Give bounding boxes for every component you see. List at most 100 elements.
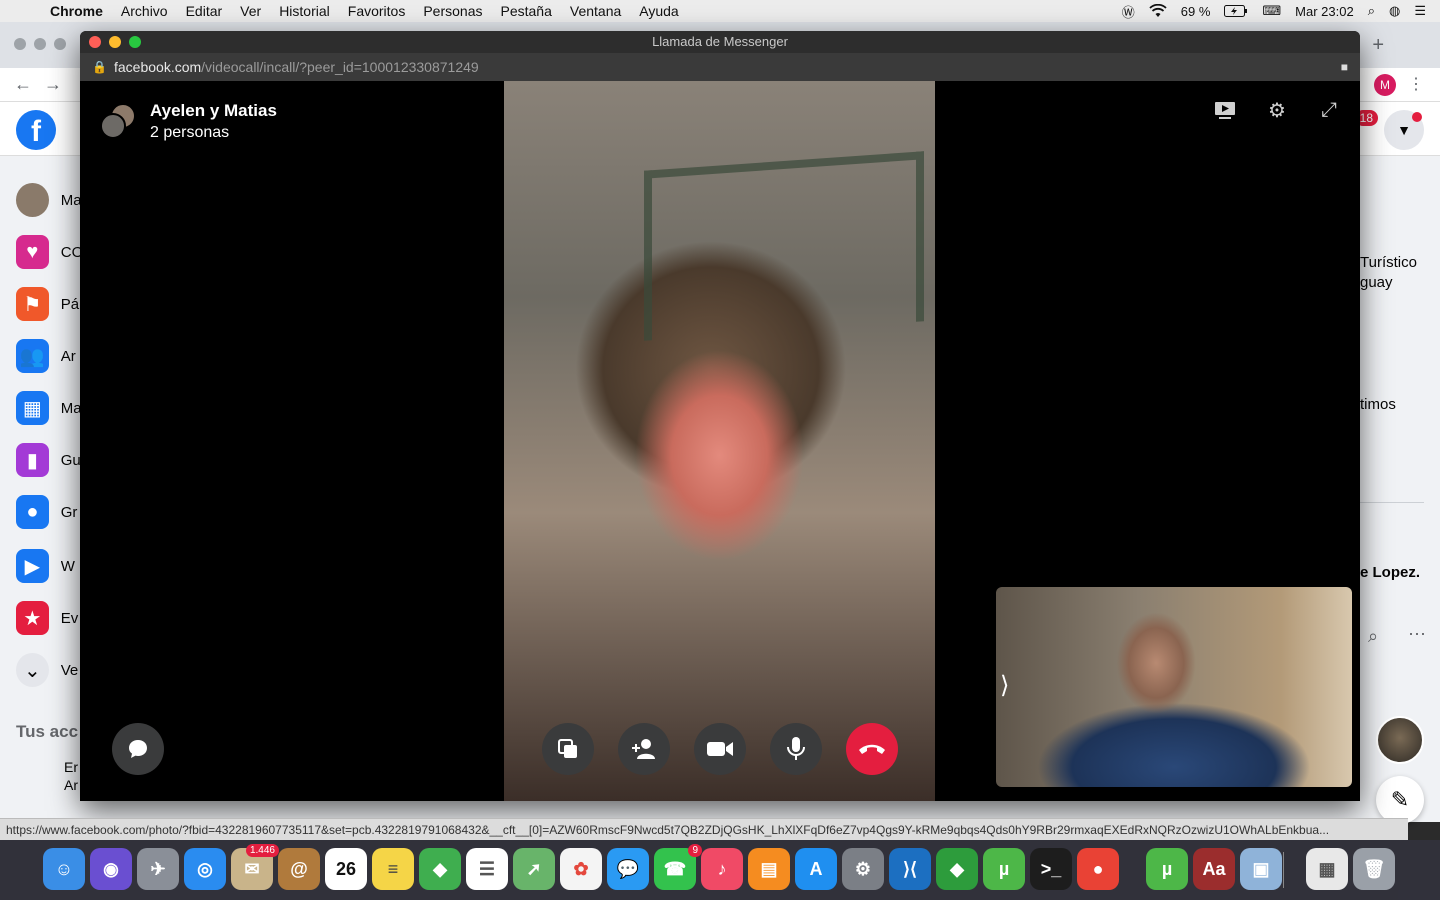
- friends-icon: 👥: [16, 339, 49, 373]
- add-person-button[interactable]: [618, 723, 670, 775]
- settings-gear-icon[interactable]: ⚙: [1266, 99, 1288, 122]
- contacts-search-icon[interactable]: ⌕: [1368, 626, 1378, 647]
- sidebar-item[interactable]: ⌄ Ve: [16, 650, 80, 690]
- new-message-icon[interactable]: ✎: [1376, 776, 1424, 824]
- sidebar-item[interactable]: ♥ CO: [16, 232, 80, 272]
- messenger-call-window: Llamada de Messenger 🔒 facebook.com/vide…: [80, 31, 1360, 801]
- trash-icon[interactable]: 🗑: [1353, 848, 1395, 890]
- notification-center-icon[interactable]: ☰: [1414, 3, 1426, 19]
- end-call-button[interactable]: [846, 723, 898, 775]
- dock-glyph: ▣: [1252, 858, 1270, 879]
- self-view-video[interactable]: [996, 587, 1352, 787]
- notes-icon[interactable]: ≡: [372, 848, 414, 890]
- downloads-stack-icon[interactable]: ▦: [1306, 848, 1348, 890]
- share-screen-icon[interactable]: [1214, 99, 1236, 121]
- photos-icon[interactable]: ✿: [560, 848, 602, 890]
- sidebar-item-label: Pá: [60, 295, 80, 313]
- keyboard-input-icon[interactable]: ⌨: [1262, 3, 1281, 19]
- menu-item-historial[interactable]: Historial: [279, 3, 330, 19]
- menu-item-pestana[interactable]: Pestaña: [501, 3, 552, 19]
- utorrent-icon[interactable]: µ: [983, 848, 1025, 890]
- sims-diamond-icon[interactable]: ◆: [936, 848, 978, 890]
- contacts-icon[interactable]: @: [278, 848, 320, 890]
- camera-in-use-icon[interactable]: ■: [1341, 53, 1348, 81]
- switch-view-button[interactable]: [542, 723, 594, 775]
- sidebar-item[interactable]: ⚑ Pá: [16, 284, 80, 324]
- finder-icon[interactable]: ☺: [43, 848, 85, 890]
- forward-arrow-icon[interactable]: →: [44, 74, 62, 95]
- call-header: Ayelen y Matias 2 personas: [100, 101, 277, 142]
- launchpad-icon[interactable]: ✈: [137, 848, 179, 890]
- system-preferences-icon[interactable]: ⚙: [842, 848, 884, 890]
- menu-item-editar[interactable]: Editar: [186, 3, 223, 19]
- maps-icon[interactable]: ➚: [513, 848, 555, 890]
- zoom-window-icon[interactable]: [129, 36, 141, 48]
- back-arrow-icon[interactable]: ←: [14, 74, 32, 95]
- terminal-icon[interactable]: >_: [1030, 848, 1072, 890]
- messages-icon[interactable]: 💬: [607, 848, 649, 890]
- calendar-icon[interactable]: 26: [325, 848, 367, 890]
- battery-charging-icon[interactable]: [1224, 5, 1248, 17]
- video-camera-icon: [707, 742, 733, 756]
- app-store-icon[interactable]: A: [795, 848, 837, 890]
- utorrent-2-icon[interactable]: µ: [1146, 848, 1188, 890]
- collapse-self-view-chevron-icon[interactable]: ⟩: [1000, 671, 1009, 700]
- wordpress-icon[interactable]: Ⓦ: [1122, 2, 1135, 21]
- chrome-profile-avatar[interactable]: M: [1374, 74, 1396, 96]
- chrome-menu-icon[interactable]: ⋮: [1408, 74, 1424, 94]
- fullscreen-expand-icon[interactable]: ⤢: [1318, 99, 1340, 121]
- sidebar-item[interactable]: ▮ Gu: [16, 440, 80, 480]
- dock-glyph: ≡: [387, 858, 399, 879]
- vscode-icon[interactable]: ⟩⟨: [889, 848, 931, 890]
- menu-item-archivo[interactable]: Archivo: [121, 3, 168, 19]
- dock-glyph: ◎: [197, 858, 213, 879]
- safari-icon[interactable]: ◎: [184, 848, 226, 890]
- menu-item-ayuda[interactable]: Ayuda: [639, 3, 678, 19]
- books-icon[interactable]: ▤: [748, 848, 790, 890]
- wifi-icon[interactable]: [1149, 4, 1167, 18]
- minimize-window-icon[interactable]: [109, 36, 121, 48]
- dock-glyph: ➚: [526, 858, 542, 879]
- preview-icon[interactable]: ▣: [1240, 848, 1282, 890]
- sidebar-item[interactable]: ● Gr: [16, 492, 80, 532]
- sidebar-item[interactable]: ▶ W: [16, 546, 80, 586]
- sidebar-item-label: Ma: [60, 399, 80, 417]
- camera-toggle-button[interactable]: [694, 723, 746, 775]
- call-window-controls: [89, 36, 141, 48]
- dictionary-icon[interactable]: Aa: [1193, 848, 1235, 890]
- battery-percent[interactable]: 69 %: [1181, 4, 1211, 19]
- siri-icon[interactable]: ◉: [90, 848, 132, 890]
- sims-icon[interactable]: ◆: [419, 848, 461, 890]
- close-window-icon[interactable]: [89, 36, 101, 48]
- sidebar-item[interactable]: Ma: [16, 180, 80, 220]
- menu-clock[interactable]: Mar 23:02: [1295, 4, 1354, 19]
- microphone-toggle-button[interactable]: [770, 723, 822, 775]
- promo-text-line2[interactable]: guay: [1360, 274, 1393, 291]
- dock-glyph: A: [809, 858, 823, 879]
- menu-app-name[interactable]: Chrome: [50, 3, 103, 19]
- facetime-icon[interactable]: ☎ 9: [654, 844, 702, 890]
- account-item-label[interactable]: Er Ar: [64, 758, 80, 794]
- menu-item-personas[interactable]: Personas: [423, 3, 482, 19]
- spotlight-search-icon[interactable]: ⌕: [1368, 3, 1375, 19]
- reminders-icon[interactable]: ☰: [466, 848, 508, 890]
- menu-item-ver[interactable]: Ver: [240, 3, 261, 19]
- chat-head-avatar[interactable]: [1376, 716, 1424, 764]
- macos-dock: ☺ ◉ ✈ ◎ ✉ 1.446 @26 ≡ ◆ ☰ ➚ ✿ 💬 ☎ 9 ♪ ▤ A ⚙ ⟩⟨ ◆ µ >_ ● µ Aa ▣ ▦ 🗑: [0, 840, 1440, 900]
- promo-text-line1[interactable]: Turístico: [1360, 254, 1417, 271]
- mail-icon[interactable]: ✉ 1.446: [231, 844, 279, 890]
- chrome-icon[interactable]: ●: [1077, 848, 1119, 890]
- new-tab-icon[interactable]: +: [1372, 34, 1384, 57]
- contacts-more-icon[interactable]: ⋯: [1408, 624, 1426, 645]
- menu-item-favoritos[interactable]: Favoritos: [348, 3, 406, 19]
- facebook-logo-icon[interactable]: f: [16, 110, 56, 150]
- chat-toggle-button[interactable]: [112, 723, 164, 775]
- music-icon[interactable]: ♪: [701, 848, 743, 890]
- menu-item-ventana[interactable]: Ventana: [570, 3, 621, 19]
- contact-name[interactable]: e Lopez.: [1360, 564, 1420, 581]
- dock-glyph: 💬: [616, 858, 640, 879]
- user-profile-icon[interactable]: ◍: [1389, 3, 1400, 19]
- sidebar-item[interactable]: ▦ Ma: [16, 388, 80, 428]
- sidebar-item[interactable]: ★ Ev: [16, 598, 80, 638]
- sidebar-item[interactable]: 👥 Ar: [16, 336, 80, 376]
